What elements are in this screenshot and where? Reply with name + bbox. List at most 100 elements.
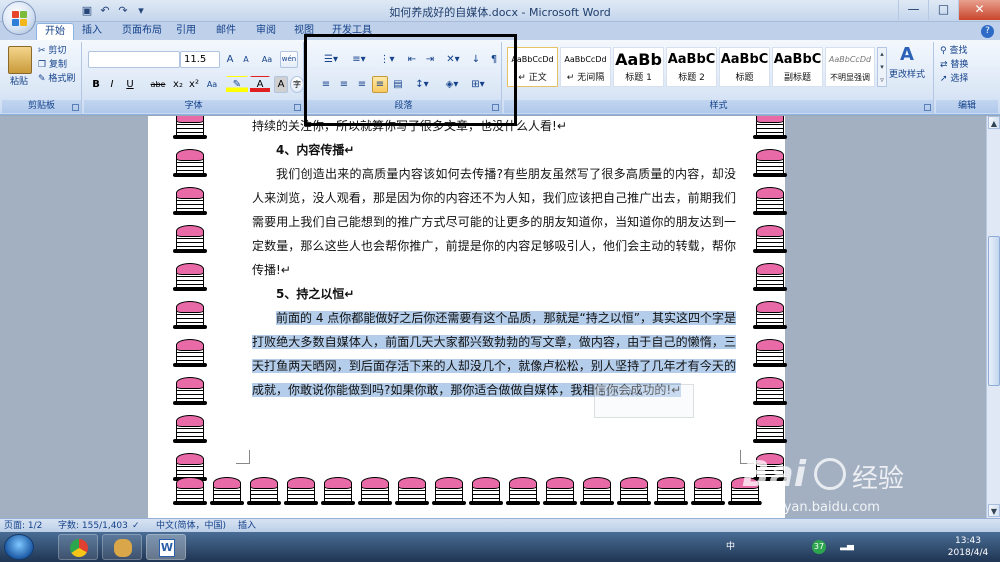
sort-button[interactable]: ↓ — [468, 51, 484, 68]
network-icon[interactable]: ▂▄ — [832, 540, 862, 552]
styles-launcher-icon[interactable] — [924, 104, 931, 111]
chrome-icon[interactable] — [58, 534, 98, 560]
find-button[interactable]: ⚲ 查找 — [940, 44, 967, 58]
bullets-button[interactable]: ☰▾ — [318, 51, 344, 68]
tab-view[interactable]: 视图 — [286, 23, 322, 40]
ime-indicator[interactable]: 中 — [726, 541, 735, 553]
shading-button[interactable]: ◈▾ — [440, 76, 464, 93]
document-body[interactable]: 持续的关注你，所以就算你写了很多文章，也没什么人看!↵ 4、内容传播↵ 我们创造… — [252, 116, 736, 402]
tab-home[interactable]: 开始 — [36, 23, 74, 40]
paragraph-group-label: 段落 — [306, 100, 501, 113]
scroll-thumb[interactable] — [988, 236, 1000, 386]
distributed-button[interactable]: ▤ — [390, 76, 406, 93]
style-heading-1[interactable]: AaBb 标题 1 — [613, 47, 664, 87]
cursor-icon: ➚ — [940, 74, 948, 84]
mini-toolbar[interactable]: 11.5 · A A · — [594, 384, 694, 418]
font-name-select[interactable] — [88, 51, 180, 68]
paragraph-launcher-icon[interactable] — [492, 104, 499, 111]
vertical-scrollbar[interactable]: ▲ ▼ — [986, 116, 1000, 518]
style-sample: AaBbCcDd — [511, 55, 554, 64]
enclose-character-button[interactable]: 字 — [290, 76, 304, 93]
decrease-indent-button[interactable]: ⇤ — [404, 51, 420, 68]
tab-review[interactable]: 审阅 — [248, 23, 284, 40]
word-taskbar-icon[interactable]: W — [146, 534, 186, 560]
underline-button[interactable]: U — [122, 76, 138, 93]
increase-indent-icon: ⇥ — [425, 54, 435, 65]
font-color-button[interactable]: A — [250, 76, 270, 93]
tab-mailings[interactable]: 邮件 — [208, 23, 244, 40]
word-count[interactable]: 字数: 155/1,403 — [58, 520, 128, 532]
style-heading-2[interactable]: AaBbC 标题 2 — [666, 47, 717, 87]
borders-button[interactable]: ⊞▾ — [466, 76, 490, 93]
page-count[interactable]: 页面: 1/2 — [4, 520, 42, 532]
scroll-down-arrow-icon[interactable]: ▼ — [988, 504, 1000, 517]
justify-button[interactable]: ≡ — [372, 76, 388, 93]
change-styles-icon[interactable]: A — [896, 44, 918, 66]
italic-button[interactable]: I — [104, 76, 120, 93]
paste-button[interactable]: 粘贴 — [10, 75, 28, 89]
change-case-button[interactable]: Aa — [202, 76, 222, 93]
copy-button[interactable]: ❐ 复制 — [38, 58, 67, 72]
align-center-button[interactable]: ≡ — [336, 76, 352, 93]
scroll-up-arrow-icon[interactable]: ▲ — [988, 116, 1000, 129]
align-left-button[interactable]: ≡ — [318, 76, 334, 93]
numbering-button[interactable]: ≡▾ — [346, 51, 372, 68]
font-launcher-icon[interactable] — [294, 104, 301, 111]
style-normal[interactable]: AaBbCcDd ↵ 正文 — [507, 47, 558, 87]
line-spacing-button[interactable]: ↕▾ — [410, 76, 434, 93]
multilevel-list-button[interactable]: ⋮▾ — [374, 51, 400, 68]
tab-references[interactable]: 引用 — [168, 23, 204, 40]
copy-icon: ❐ — [38, 60, 47, 70]
start-button[interactable] — [4, 534, 34, 560]
font-size-select[interactable]: 11.5 — [180, 51, 220, 68]
clear-format-button[interactable]: Aa — [258, 51, 276, 68]
replace-button[interactable]: ⇄ 替换 — [940, 58, 968, 72]
show-marks-button[interactable]: ¶ — [486, 51, 502, 68]
clock[interactable]: 13:43 2018/4/4 — [940, 535, 996, 559]
grow-font-button[interactable]: A — [222, 51, 238, 68]
style-no-spacing[interactable]: AaBbCcDd ↵ 无间隔 — [560, 47, 611, 87]
tab-page-layout[interactable]: 页面布局 — [114, 23, 170, 40]
cake-border-icon — [320, 474, 356, 508]
styles-scroll[interactable]: ▴ ▾ ▿ — [877, 47, 887, 87]
cut-label: 剪切 — [48, 46, 67, 56]
strikethrough-button[interactable]: abe — [148, 76, 168, 93]
help-icon[interactable]: ? — [981, 25, 994, 38]
align-right-button[interactable]: ≡ — [354, 76, 370, 93]
office-button[interactable] — [2, 1, 36, 35]
chinese-layout-button[interactable]: ✕▾ — [442, 51, 464, 68]
shrink-font-button[interactable]: A — [238, 51, 254, 68]
highlight-color-button[interactable]: ✎ — [226, 76, 248, 93]
cake-border-icon — [542, 474, 578, 508]
superscript-button[interactable]: x² — [186, 76, 202, 93]
phonetic-guide-button[interactable]: wén — [280, 51, 298, 68]
bold-button[interactable]: B — [88, 76, 104, 93]
format-painter-button[interactable]: ✎ 格式刷 — [38, 72, 75, 86]
tray-badge[interactable]: 37 — [812, 540, 826, 554]
subscript-button[interactable]: x₂ — [170, 76, 186, 93]
proofing-icon[interactable]: ✓ — [132, 520, 140, 532]
paste-icon[interactable] — [8, 46, 32, 74]
tab-developer[interactable]: 开发工具 — [324, 23, 380, 40]
cake-border-icon — [172, 146, 208, 180]
tab-insert[interactable]: 插入 — [74, 23, 110, 40]
minimize-button[interactable]: — — [898, 0, 928, 20]
cake-border-icon — [752, 146, 788, 180]
close-button[interactable]: ✕ — [958, 0, 1000, 20]
maximize-button[interactable]: □ — [928, 0, 958, 20]
select-button[interactable]: ➚ 选择 — [940, 72, 968, 86]
cut-button[interactable]: ✂ 剪切 — [38, 44, 66, 58]
clipboard-launcher-icon[interactable] — [72, 104, 79, 111]
style-title[interactable]: AaBbC 标题 — [719, 47, 770, 87]
cake-border-icon — [752, 374, 788, 408]
style-subtle-emphasis[interactable]: AaBbCcDd 不明显强调 — [825, 47, 875, 87]
character-shading-button[interactable]: A — [274, 76, 288, 93]
increase-indent-button[interactable]: ⇥ — [422, 51, 438, 68]
mini-font-size[interactable]: 11.5 — [599, 389, 619, 399]
change-styles-button[interactable]: 更改样式 — [889, 68, 925, 82]
ribbon-tabs: 开始 插入 页面布局 引用 邮件 审阅 视图 开发工具 ? — [0, 22, 1000, 40]
paint-icon[interactable] — [102, 534, 142, 560]
insert-mode[interactable]: 插入 — [238, 520, 256, 532]
language-status[interactable]: 中文(简体，中国) — [156, 520, 226, 532]
style-subtitle[interactable]: AaBbC 副标题 — [772, 47, 823, 87]
